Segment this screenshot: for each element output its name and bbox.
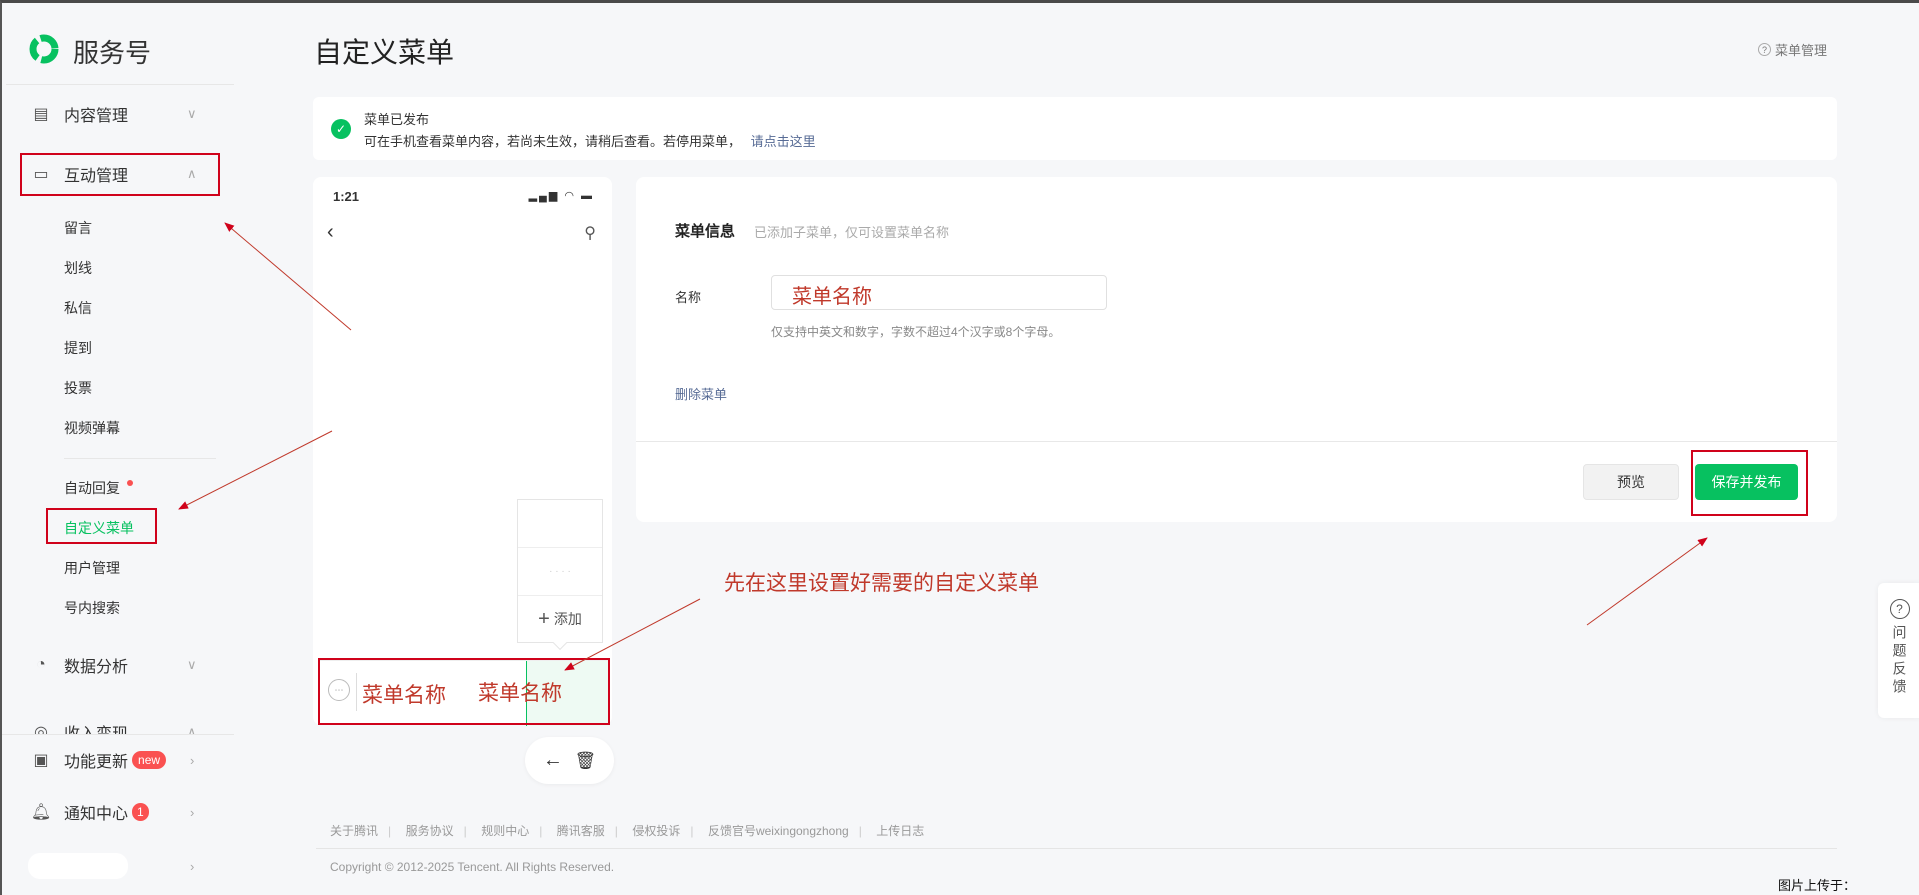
copyright: Copyright © 2012-2025 Tencent. All Right… [330, 860, 615, 874]
footer-links: 关于腾讯 | 服务协议 | 规则中心 | 腾讯客服 | 侵权投诉 | 反馈官号weixin… [330, 824, 925, 838]
arrow-1 [224, 222, 352, 331]
footer-link[interactable]: 侵权投诉 [632, 824, 680, 838]
annotation-arrows [178, 222, 1708, 671]
footer-link[interactable]: 服务协议 [406, 824, 454, 838]
arrow-2 [178, 430, 333, 510]
arrow-4 [1586, 537, 1708, 626]
footer-divider [316, 848, 1837, 849]
footer-link[interactable]: 上传日志 [876, 824, 924, 838]
footer-link[interactable]: 规则中心 [481, 824, 529, 838]
feedback-tab[interactable]: ? 问题反馈 [1878, 583, 1919, 718]
question-icon: ? [1889, 599, 1910, 619]
footer-link[interactable]: 腾讯客服 [557, 824, 605, 838]
footer-link[interactable]: 反馈官号weixingongzhong [708, 824, 849, 838]
watermark: 图片上传于：28life.com [1774, 875, 1919, 895]
feedback-label: 问题反馈 [1891, 625, 1908, 697]
footer-link[interactable]: 关于腾讯 [330, 824, 378, 838]
arrow-3 [564, 598, 701, 671]
